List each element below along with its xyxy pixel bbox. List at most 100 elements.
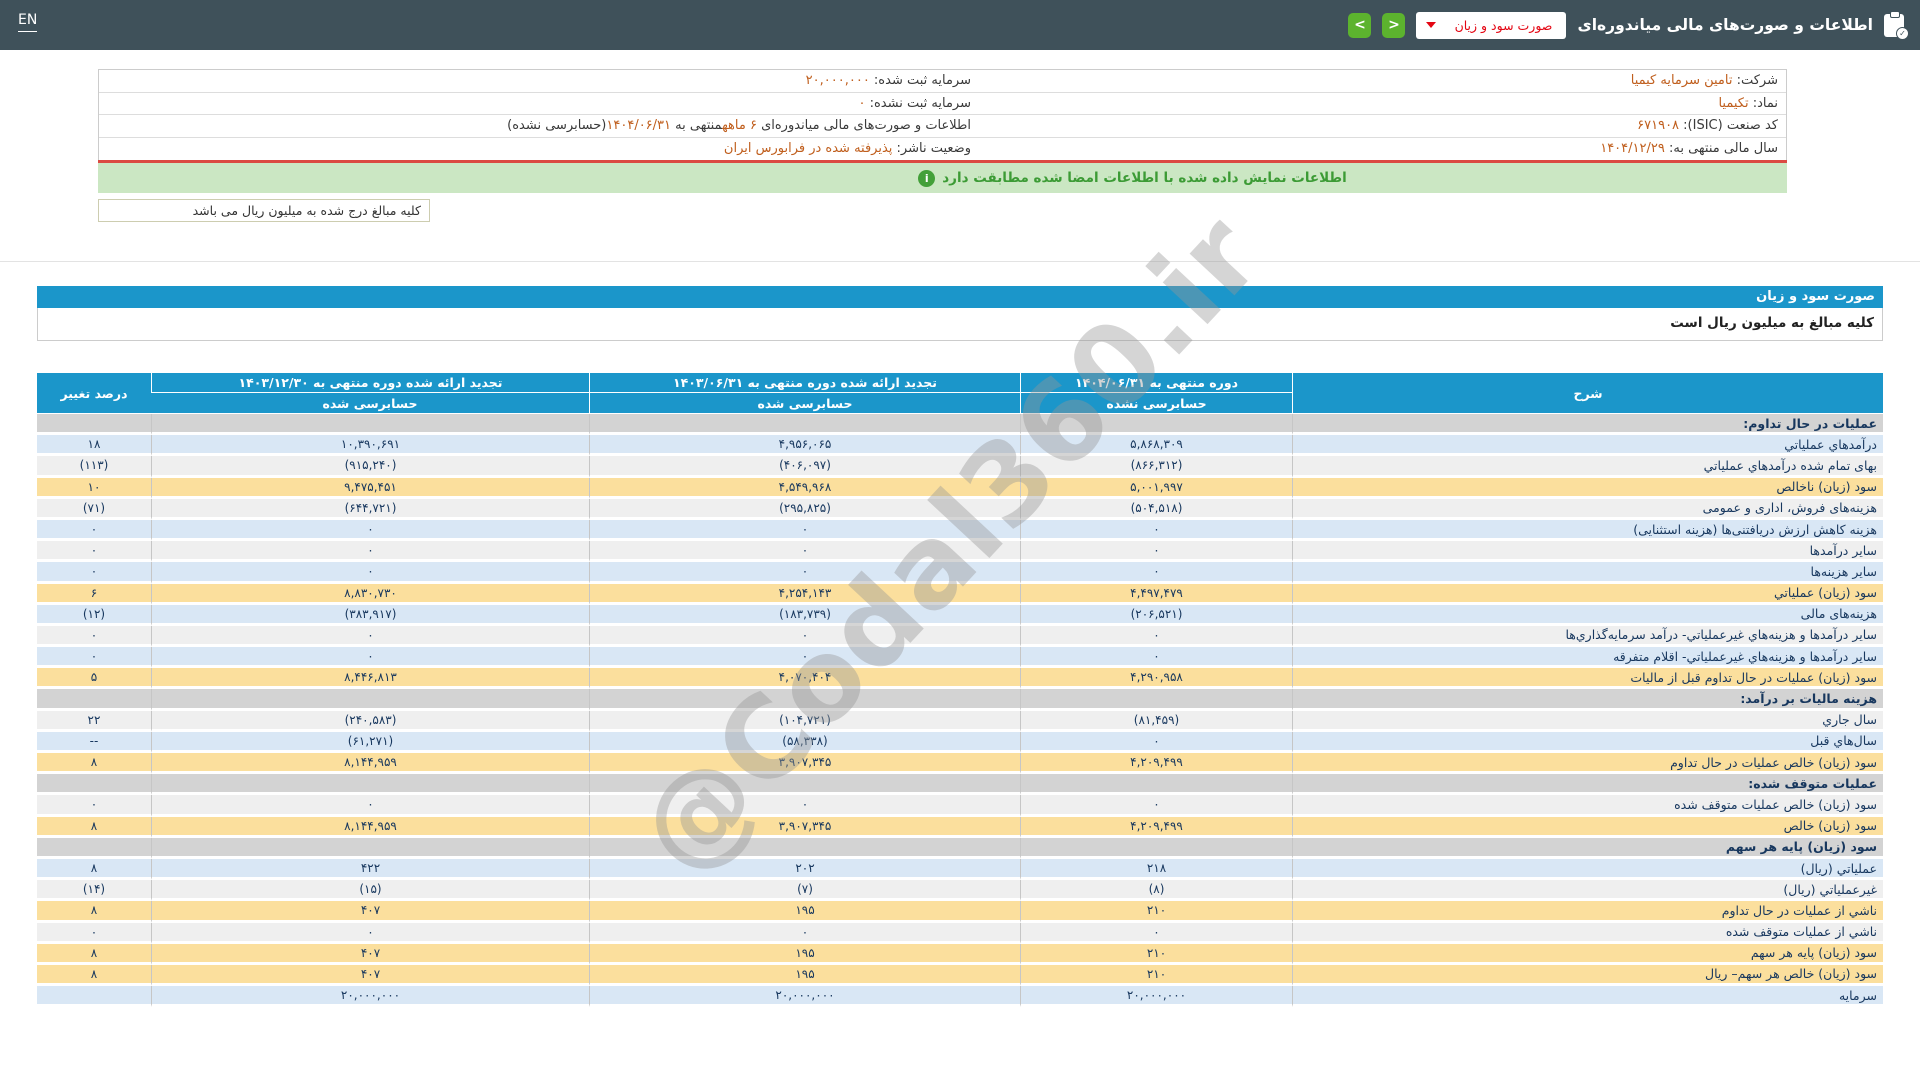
cell-label: سود (زیان) عملیات در حال تداوم قبل از ما…	[1292, 668, 1883, 690]
cell-value-restated-annual	[151, 837, 589, 859]
cell-label: سود (زیان) خالص هر سهم– ریال	[1292, 964, 1883, 987]
cell-label: عملیات متوقف شده:	[1292, 774, 1883, 796]
company-info-cell: سرمایه ثبت شده: ۲۰,۰۰۰,۰۰۰	[805, 73, 971, 88]
cell-label: سود (زیان) خالص عملیات متوقف شده	[1292, 795, 1883, 817]
cell-label: ناشي از عملیات متوقف شده	[1292, 922, 1883, 944]
cell-value-restated-mid: ۰	[589, 519, 1020, 542]
cell-value-current: ۰	[1020, 562, 1292, 584]
cell-value-current	[1020, 689, 1292, 711]
cell-value-current: ۰	[1020, 519, 1292, 542]
cell-value-current: ۴,۲۹۰,۹۵۸	[1020, 668, 1292, 690]
cell-value-restated-annual: ۰	[151, 562, 589, 584]
section-divider	[0, 261, 1920, 262]
table-row: هزینه کاهش ارزش دریافتنی‌ها (هزینه استثن…	[37, 519, 1883, 542]
cell-value-restated-mid: ۲۰,۰۰۰,۰۰۰	[589, 986, 1020, 1008]
cell-percent-change: ۸	[37, 964, 151, 987]
company-info-cell: وضعیت ناشر: پذیرفته شده در فرابورس ایران	[723, 141, 971, 157]
cell-value-restated-mid: ۲۰۲	[589, 858, 1020, 881]
cell-value-restated-mid	[589, 837, 1020, 859]
cell-value-restated-mid: (۱۰۴,۷۲۱)	[589, 710, 1020, 732]
cell-label: غیرعملیاتي (ریال)	[1292, 880, 1883, 902]
cell-percent-change	[37, 689, 151, 711]
cell-value-current: ۲۰,۰۰۰,۰۰۰	[1020, 986, 1292, 1008]
cell-percent-change: ۸	[37, 816, 151, 838]
cell-value-restated-mid: (۷)	[589, 880, 1020, 902]
cell-value-restated-mid: ۱۹۵	[589, 964, 1020, 987]
cell-value-restated-mid: ۴,۵۴۹,۹۶۸	[589, 477, 1020, 499]
cell-label: سایر درآمدها	[1292, 541, 1883, 563]
cell-value-current: (۲۰۶,۵۲۱)	[1020, 604, 1292, 626]
table-row: سایر درآمدها و هزینه‌هاي غیرعملیاتي- اقل…	[37, 647, 1883, 669]
clipboard-check-icon: ✓	[1884, 10, 1909, 40]
cell-value-restated-mid: ۳,۹۰۷,۳۴۵	[589, 816, 1020, 838]
cell-value-restated-mid: ۴,۲۵۴,۱۴۳	[589, 583, 1020, 605]
table-row: بهای تمام شده درآمدهاي عملياتي (۸۶۶,۳۱۲)(…	[37, 456, 1883, 478]
cell-label: سال‌هاي قبل	[1292, 731, 1883, 753]
cell-value-current	[1020, 774, 1292, 796]
statement-type-dropdown[interactable]: صورت سود و زیان	[1416, 11, 1567, 39]
cell-percent-change: ۵	[37, 668, 151, 690]
cell-value-current	[1020, 837, 1292, 859]
cell-value-current: ۲۱۰	[1020, 943, 1292, 965]
cell-percent-change: ۱۰	[37, 477, 151, 499]
cell-label: سود (زیان) ناخالص	[1292, 477, 1883, 499]
cell-value-restated-annual: ۰	[151, 647, 589, 669]
signed-data-banner: i اطلاعات نمایش داده شده با اطلاعات امضا…	[98, 163, 1787, 193]
cell-value-restated-mid: ۰	[589, 647, 1020, 669]
header-restated-mid-audit: حسابرسی شده	[589, 393, 1020, 414]
table-row: سود (زیان) خالص ۴,۲۰۹,۴۹۹ ۳,۹۰۷,۳۴۵ ۸,۱۴۴,۹…	[37, 816, 1883, 838]
cell-value-restated-mid: ۱۹۵	[589, 901, 1020, 923]
cell-value-current: ۴,۴۹۷,۴۷۹	[1020, 583, 1292, 605]
cell-label: عملیات در حال تداوم:	[1292, 414, 1883, 436]
cell-label: درآمدهاي عملياتي	[1292, 435, 1883, 457]
prev-statement-button[interactable]: <	[1348, 12, 1372, 38]
company-info-cell: سال مالی منتهی به: ۱۴۰۴/۱۲/۲۹	[1600, 141, 1778, 157]
page-title: اطلاعات و صورت‌های مالی میاندوره‌ای	[1577, 16, 1873, 34]
header-percent-change: درصد تغییر	[37, 373, 151, 414]
table-row: سرمایه ۲۰,۰۰۰,۰۰۰ ۲۰,۰۰۰,۰۰۰ ۲۰,۰۰۰,۰۰۰	[37, 986, 1883, 1008]
cell-value-current: ۰	[1020, 731, 1292, 753]
cell-percent-change: ۸	[37, 901, 151, 923]
navbar-right-group: < > صورت سود و زیان اطلاعات و صورت‌های م…	[1348, 0, 1909, 50]
cell-value-restated-mid: (۱۸۳,۷۳۹)	[589, 604, 1020, 626]
info-icon: i	[918, 169, 936, 187]
cell-label: سال جاري	[1292, 710, 1883, 732]
cell-percent-change: ۱۸	[37, 435, 151, 457]
cell-label: هزینه مالیات بر درآمد:	[1292, 689, 1883, 711]
cell-value-current: ۴,۲۰۹,۴۹۹	[1020, 816, 1292, 838]
table-row: سود (زیان) پایه هر سهم ۲۱۰ ۱۹۵ ۴۰۷ ۸	[37, 943, 1883, 965]
header-restated-annual-period: تجدید ارائه شده دوره منتهی به ۱۴۰۳/۱۲/۳۰	[151, 373, 589, 393]
cell-value-current: ۵,۰۰۱,۹۹۷	[1020, 477, 1292, 499]
cell-percent-change: ۰	[37, 795, 151, 817]
section-row: هزینه مالیات بر درآمد:	[37, 689, 1883, 711]
company-info-cell: شرکت: تامین سرمایه کیمیا	[1630, 73, 1778, 88]
table-row: هزینه‌های مالی (۲۰۶,۵۲۱) (۱۸۳,۷۳۹) (۳۸۳,۹۱۷…	[37, 604, 1883, 626]
company-info-row: نماد: تکیمیا سرمایه ثبت نشده: ۰	[99, 93, 1786, 116]
language-toggle-en[interactable]: EN	[18, 12, 38, 32]
cell-value-restated-annual: ۴۲۲	[151, 858, 589, 881]
cell-value-restated-mid: ۰	[589, 922, 1020, 944]
cell-value-current	[1020, 414, 1292, 436]
cell-value-restated-annual: ۴۰۷	[151, 901, 589, 923]
cell-value-restated-annual: ۰	[151, 922, 589, 944]
table-header-period-row: شرح دوره منتهی به ۱۴۰۴/۰۶/۳۱ تجدید ارائه…	[37, 373, 1883, 414]
table-row: سایر هزینه‌ها ۰ ۰ ۰ ۰	[37, 562, 1883, 584]
table-row: درآمدهاي عملياتي ۵,۸۶۸,۳۰۹ ۴,۹۵۶,۰۶۵ ۱۰,۳۹۰…	[37, 435, 1883, 457]
signed-data-banner-text: اطلاعات نمایش داده شده با اطلاعات امضا ش…	[942, 170, 1347, 186]
cell-value-restated-annual: ۲۰,۰۰۰,۰۰۰	[151, 986, 589, 1008]
statement-type-selected: صورت سود و زیان	[1454, 17, 1553, 33]
cell-value-current: ۵,۸۶۸,۳۰۹	[1020, 435, 1292, 457]
cell-value-restated-annual: ۰	[151, 795, 589, 817]
cell-value-restated-annual	[151, 689, 589, 711]
cell-value-restated-annual	[151, 774, 589, 796]
cell-value-restated-annual: (۶۱,۲۷۱)	[151, 731, 589, 753]
cell-value-restated-annual: (۲۴۰,۵۸۳)	[151, 710, 589, 732]
cell-value-restated-annual	[151, 414, 589, 436]
table-row: سال جاري (۸۱,۴۵۹) (۱۰۴,۷۲۱) (۲۴۰,۵۸۳) ۲۲	[37, 710, 1883, 732]
cell-value-restated-annual: ۰	[151, 519, 589, 542]
table-row: سود (زیان) خالص عملیات در حال تداوم ۴,۲۰۹…	[37, 753, 1883, 775]
table-row: سود (زیان) ناخالص ۵,۰۰۱,۹۹۷ ۴,۵۴۹,۹۶۸ ۹,۴۷۵…	[37, 477, 1883, 499]
next-statement-button[interactable]: >	[1382, 12, 1406, 38]
cell-label: هزینه‌های فروش، اداری و عمومی	[1292, 498, 1883, 520]
cell-value-current: ۰	[1020, 795, 1292, 817]
